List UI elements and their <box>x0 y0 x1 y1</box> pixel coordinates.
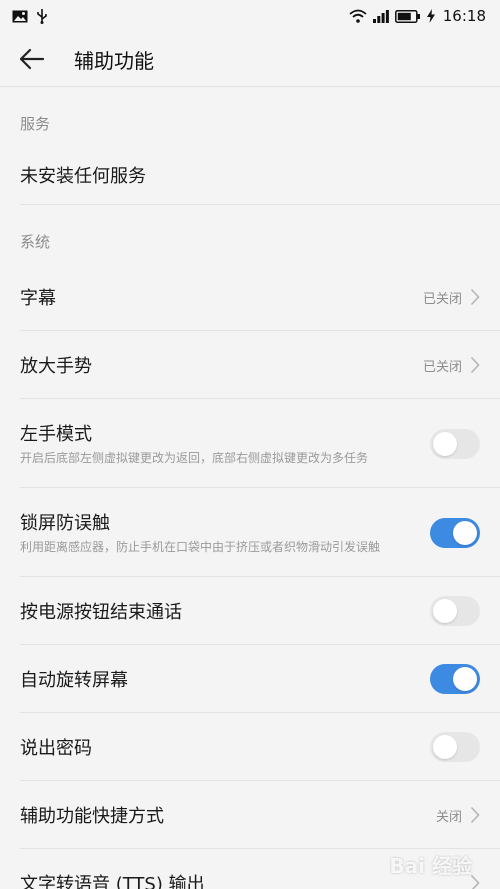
back-arrow-icon <box>19 48 45 70</box>
charging-icon <box>426 9 435 23</box>
page-title: 辅助功能 <box>74 48 154 73</box>
toggle-knob <box>453 520 477 545</box>
row-label: 文字转语音 (TTS) 输出 <box>20 874 205 889</box>
status-left <box>12 8 48 24</box>
list-item-speak-passwords: 说出密码 <box>0 713 500 781</box>
list-item-lockscreen-mistouch: 锁屏防误触 利用距离感应器，防止手机在口袋中由于挤压或者织物滑动引发误触 <box>0 488 500 577</box>
row-label: 字幕 <box>20 288 56 309</box>
row-label: 未安装任何服务 <box>20 166 146 187</box>
status-time: 16:18 <box>442 7 486 25</box>
app-bar: 辅助功能 <box>0 32 500 86</box>
row-right: 已关闭 <box>423 356 480 375</box>
row-value: 已关闭 <box>422 359 462 375</box>
chevron-right-icon <box>470 806 480 824</box>
toggle-knob <box>433 735 457 759</box>
watermark: Bai 经验 <box>389 854 472 878</box>
status-right: 16:18 <box>349 7 486 25</box>
list-item-auto-rotate: 自动旋转屏幕 <box>0 645 500 713</box>
list-item-magnification-gestures[interactable]: 放大手势 已关闭 <box>0 331 500 399</box>
status-bar: 16:18 <box>0 0 500 32</box>
power-button-ends-call-toggle[interactable] <box>430 596 480 626</box>
row-right: 关闭 <box>436 806 480 825</box>
row-description: 开启后底部左侧虚拟键更改为返回，底部右侧虚拟键更改为多任务 <box>20 451 369 465</box>
list-item-accessibility-shortcut[interactable]: 辅助功能快捷方式 关闭 <box>0 781 500 849</box>
signal-icon <box>372 9 389 23</box>
row-label: 锁屏防误触 <box>20 513 110 534</box>
list-item-left-hand-mode: 左手模式 开启后底部左侧虚拟键更改为返回，底部右侧虚拟键更改为多任务 <box>0 399 500 488</box>
settings-list: 服务 未安装任何服务 系统 字幕 已关闭 放大手势 已关闭 左手模式 开启后底部… <box>0 87 500 889</box>
row-label: 放大手势 <box>20 356 92 377</box>
row-description: 利用距离感应器，防止手机在口袋中由于挤压或者织物滑动引发误触 <box>20 540 381 554</box>
wifi-icon <box>349 9 367 23</box>
row-label: 说出密码 <box>20 738 92 759</box>
row-value: 已关闭 <box>422 291 462 307</box>
auto-rotate-toggle[interactable] <box>430 664 480 694</box>
row-value: 关闭 <box>435 809 462 825</box>
toggle-knob <box>453 667 477 691</box>
row-label: 辅助功能快捷方式 <box>20 806 164 827</box>
section-header-services: 服务 <box>20 114 51 133</box>
row-text: 锁屏防误触 利用距离感应器，防止手机在口袋中由于挤压或者织物滑动引发误触 <box>20 509 380 556</box>
list-item-power-button-ends-call: 按电源按钮结束通话 <box>0 577 500 645</box>
section-header-system: 系统 <box>20 232 51 251</box>
row-text: 左手模式 开启后底部左侧虚拟键更改为返回，底部右侧虚拟键更改为多任务 <box>20 420 368 467</box>
list-item-no-services[interactable]: 未安装任何服务 <box>0 145 500 205</box>
left-hand-mode-toggle[interactable] <box>430 428 480 459</box>
row-right: 已关闭 <box>423 288 480 307</box>
chevron-right-icon <box>470 288 480 306</box>
row-label: 左手模式 <box>20 424 92 445</box>
image-icon <box>12 10 28 22</box>
battery-icon <box>394 9 420 23</box>
speak-passwords-toggle[interactable] <box>430 732 480 762</box>
lockscreen-mistouch-toggle[interactable] <box>430 517 480 548</box>
row-label: 自动旋转屏幕 <box>20 670 128 691</box>
toggle-knob <box>433 599 457 623</box>
list-item-captions[interactable]: 字幕 已关闭 <box>0 263 500 331</box>
back-button[interactable] <box>0 32 64 86</box>
row-label: 按电源按钮结束通话 <box>20 602 182 623</box>
toggle-knob <box>433 431 457 456</box>
usb-icon <box>37 9 47 24</box>
chevron-right-icon <box>470 356 480 374</box>
